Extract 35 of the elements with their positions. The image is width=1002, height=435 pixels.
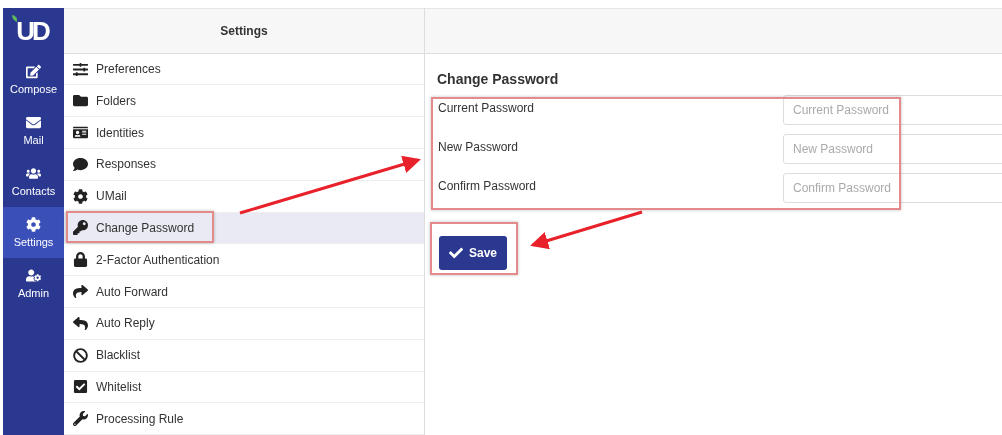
field-label: Current Password: [438, 101, 536, 115]
form-title: Change Password: [437, 71, 560, 87]
reply-arrow-icon: [73, 315, 88, 331]
settings-icon: [26, 217, 41, 232]
nav-item[interactable]: Compose: [3, 54, 64, 105]
password-field[interactable]: Current Password: [783, 95, 1002, 125]
settings-icon: [73, 188, 88, 204]
nav-item[interactable]: Admin: [3, 258, 64, 309]
compose-icon: [26, 64, 41, 79]
sliders-icon: [73, 61, 88, 77]
lock-icon: [73, 252, 88, 268]
people-icon: [26, 166, 41, 181]
ban-icon: [73, 347, 88, 363]
menu-item[interactable]: Change Password: [64, 212, 424, 245]
password-field[interactable]: Confirm Password: [783, 173, 1002, 203]
panel-header: Settings: [64, 8, 424, 54]
field-label: Confirm Password: [438, 179, 538, 193]
checkbox-icon: [73, 379, 88, 395]
wrench-icon: [73, 411, 88, 427]
save-button[interactable]: Save: [439, 236, 507, 270]
speech-bubble-icon: [73, 156, 88, 172]
nav-item[interactable]: Contacts: [3, 156, 64, 207]
folder-icon: [73, 93, 88, 109]
user-gear-icon: [26, 268, 41, 283]
password-field[interactable]: New Password: [783, 134, 1002, 164]
logo: UD: [16, 15, 50, 47]
leaf-icon: [12, 15, 18, 22]
check-icon: [449, 246, 463, 260]
id-card-icon: [73, 125, 88, 141]
nav-item[interactable]: Settings: [3, 207, 64, 258]
envelope-icon: [26, 115, 41, 130]
forward-arrow-icon: [73, 284, 88, 300]
field-label: New Password: [438, 140, 520, 154]
nav-item[interactable]: Mail: [3, 105, 64, 156]
key-icon: [73, 220, 88, 236]
